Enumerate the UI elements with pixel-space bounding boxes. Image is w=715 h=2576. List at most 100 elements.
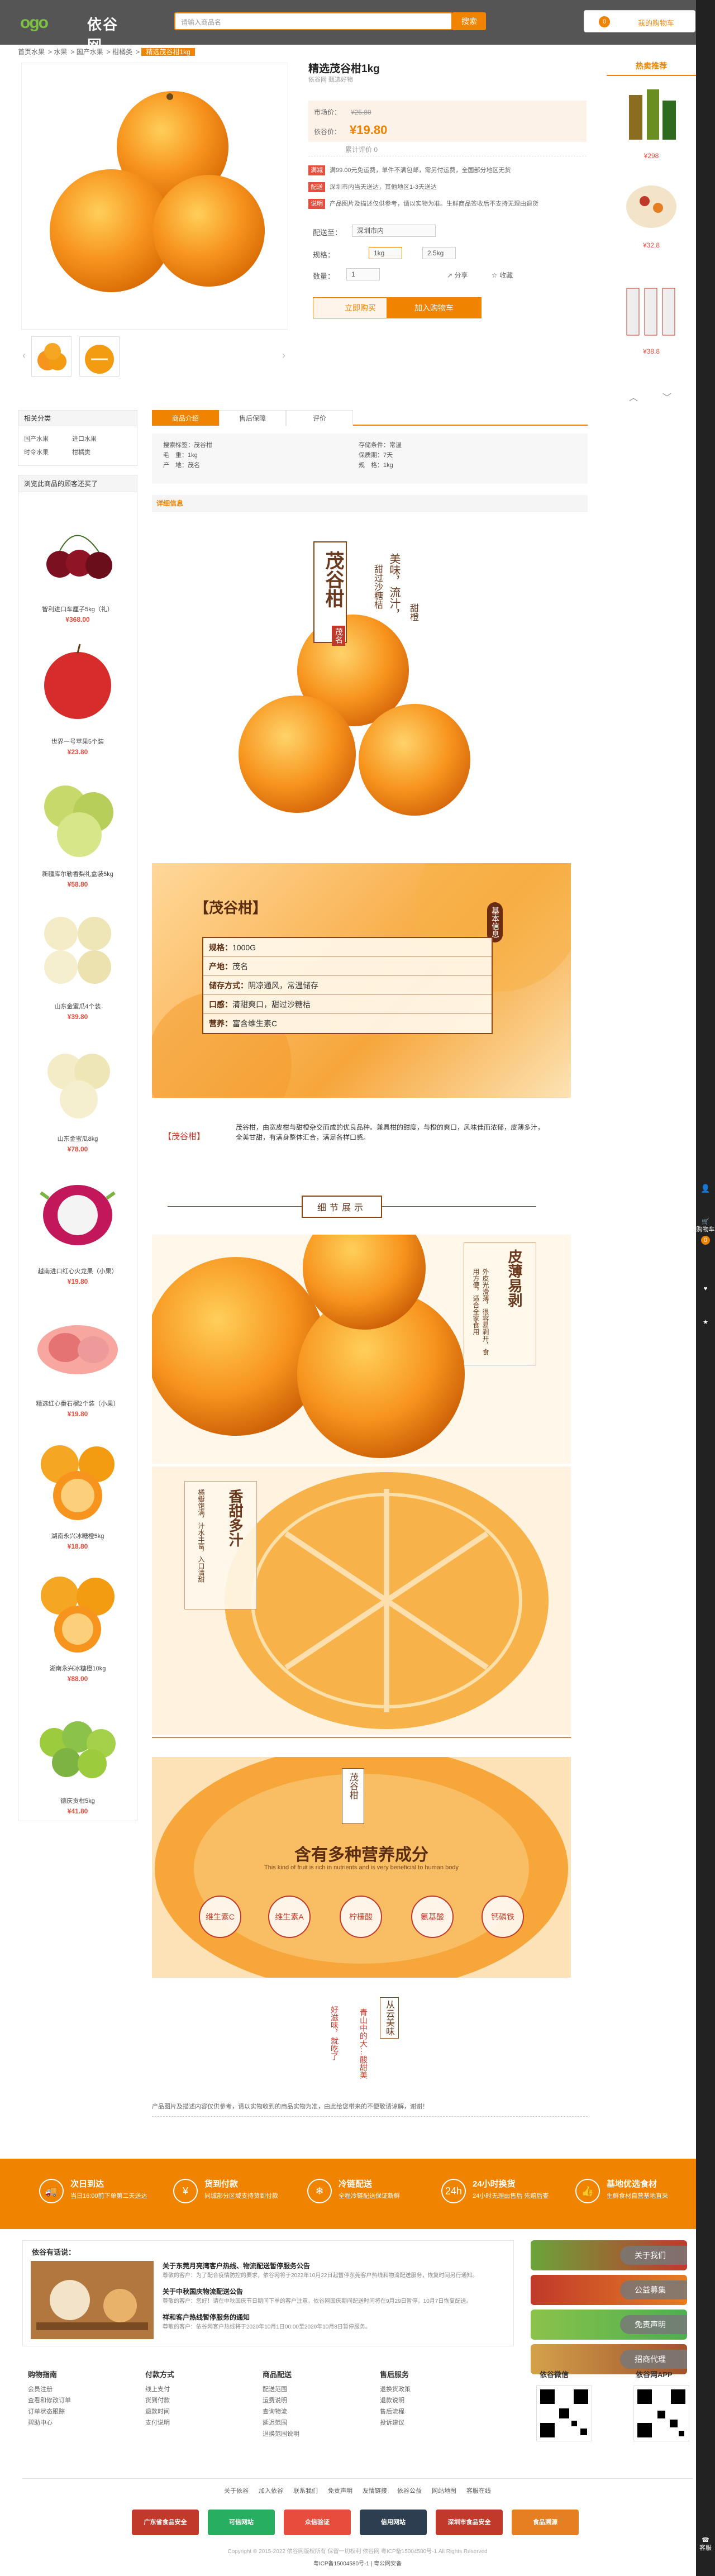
side-link-charity[interactable]: 公益募集	[531, 2275, 687, 2305]
footer-bottom-link[interactable]: 客服在线	[466, 2488, 491, 2494]
cart-button[interactable]: 0 我的购物车	[584, 10, 695, 32]
breadcrumb-item[interactable]: 柑橘类	[112, 48, 132, 56]
also-bought-item[interactable]: 山东金蜜瓜4个装 ¥39.80	[26, 894, 129, 1021]
breadcrumb-item[interactable]: 首页水果	[18, 48, 45, 56]
service-title: 货到付款	[204, 2179, 239, 2189]
trust-badge[interactable]: 深圳市食品安全	[436, 2510, 503, 2535]
service-title: 基地优选食材	[607, 2179, 657, 2189]
also-bought-item[interactable]: 世界一号苹果5个装 ¥23.80	[26, 630, 129, 756]
trust-badge[interactable]: 可信网站	[208, 2510, 275, 2535]
tab-reviews[interactable]: 评价	[286, 410, 353, 426]
hot-next-icon[interactable]: ﹀	[662, 390, 671, 403]
share-button[interactable]: ↗ 分享	[447, 270, 468, 280]
spec-option[interactable]: 1kg	[369, 247, 402, 259]
also-bought-item[interactable]: 山东金蜜瓜8kg ¥78.00	[26, 1027, 129, 1153]
also-bought-image	[26, 630, 129, 736]
also-bought-item[interactable]: 新疆库尔勒香梨礼盒装5kg ¥58.80	[26, 762, 129, 888]
hot-prev-icon[interactable]: ︿	[629, 390, 638, 403]
footer-link[interactable]: 查看和修改订单	[28, 2395, 128, 2406]
footer-link[interactable]: 支付说明	[145, 2417, 246, 2429]
rail-service[interactable]: ☎ 客服	[696, 2536, 715, 2552]
footer-link[interactable]: 退款时间	[145, 2406, 246, 2417]
footer-link[interactable]: 查询物流	[263, 2406, 363, 2417]
side-link-about[interactable]: 关于我们	[531, 2240, 687, 2270]
hot-item[interactable]: ¥38.8	[618, 279, 685, 355]
share-icon: ↗	[447, 272, 455, 279]
footer-link[interactable]: 会员注册	[28, 2384, 128, 2395]
footer-bottom-link[interactable]: 加入依谷	[259, 2488, 283, 2494]
quantity-stepper[interactable]: 1	[346, 268, 380, 280]
hot-item[interactable]: ¥298	[618, 84, 685, 160]
product-thumbnail[interactable]	[31, 336, 72, 377]
thumb-prev-icon[interactable]: ‹	[22, 350, 26, 361]
footer-link[interactable]: 帮助中心	[28, 2417, 128, 2429]
footer-link[interactable]: 投诉建议	[380, 2417, 480, 2429]
spec-option[interactable]: 2.5kg	[422, 247, 456, 259]
footer-link[interactable]: 延迟范围	[263, 2417, 363, 2429]
footer-link[interactable]: 配送范围	[263, 2384, 363, 2395]
footer-link[interactable]: 货到付款	[145, 2395, 246, 2406]
footer-link[interactable]: 订单状态跟踪	[28, 2406, 128, 2417]
rail-cart[interactable]: 🛒 购物车 0	[696, 1218, 715, 1245]
breadcrumb-item[interactable]: 国产水果	[77, 48, 103, 56]
info-value: 1000G	[232, 943, 256, 952]
trust-badge-label: 信用网站	[381, 2519, 406, 2526]
delivery-select[interactable]: 深圳市内	[352, 225, 436, 237]
cart-label: 我的购物车	[638, 19, 675, 27]
thumb-next-icon[interactable]: ›	[282, 350, 285, 361]
comment-count[interactable]: 累计评价 0	[308, 143, 587, 156]
related-item[interactable]: 进口水果	[72, 434, 97, 443]
also-bought-image	[26, 894, 129, 1001]
footer-bottom-link[interactable]: 友情链接	[363, 2488, 387, 2494]
footer-link[interactable]: 线上支付	[145, 2384, 246, 2395]
side-link-disclaimer[interactable]: 免责声明	[531, 2310, 687, 2340]
hot-item[interactable]: ¥32.8	[618, 173, 685, 249]
news-item-title: 祥和客户热线暂停服务的通知	[163, 2313, 250, 2321]
rail-star[interactable]: ★	[696, 1318, 715, 1326]
tab-aftersale[interactable]: 售后保障	[219, 410, 286, 426]
footer-bottom-link[interactable]: 关于依谷	[224, 2488, 249, 2494]
logo-mark: ogo	[20, 13, 49, 32]
footer-link[interactable]: 售后流程	[380, 2406, 480, 2417]
tab-intro[interactable]: 商品介绍	[152, 410, 219, 426]
footer-bottom-link[interactable]: 免责声明	[328, 2488, 352, 2494]
footer-link[interactable]: 退换货政策	[380, 2384, 480, 2395]
footer-link[interactable]: 运费说明	[263, 2395, 363, 2406]
breadcrumb-item[interactable]: 水果	[54, 48, 67, 56]
trust-badge[interactable]: 众信验证	[284, 2510, 351, 2535]
product-thumbnail[interactable]	[79, 336, 120, 377]
attr-value: 茂谷柑	[194, 442, 212, 449]
news-item[interactable]: 关于东莞月亮湾客户热线、物流配送暂停服务公告 尊敬的客户：为了配合疫情防控的要求，…	[163, 2261, 503, 2280]
search-input[interactable]: 请输入商品名	[174, 12, 452, 30]
related-item[interactable]: 时令水果	[24, 447, 49, 456]
news-item[interactable]: 关于中秋国庆物流配送公告 尊敬的客户：您好！请在中秋国庆节日期间下单的客户注意，依…	[163, 2287, 503, 2306]
promo-row: 配送 深圳市内当天送达，其他地区1-3天送达	[308, 182, 437, 192]
info-key: 营养：	[209, 1019, 232, 1028]
trust-badge[interactable]: 广东省食品安全	[132, 2510, 199, 2535]
search-button[interactable]: 搜索	[452, 12, 486, 30]
add-to-cart-button[interactable]: 加入购物车	[387, 297, 482, 318]
also-bought-item[interactable]: 精选红心番石榴2个装（小果） ¥19.80	[26, 1292, 129, 1418]
orig-price-label: 市场价：	[314, 108, 341, 116]
related-item[interactable]: 柑橘类	[72, 447, 90, 456]
also-bought-item[interactable]: 德庆贡柑5kg ¥41.80	[26, 1689, 129, 1815]
also-bought-item[interactable]: 越南进口红心火龙果（小果） ¥19.80	[26, 1159, 129, 1285]
related-item[interactable]: 国产水果	[24, 434, 49, 443]
also-bought-item[interactable]: 湖南永兴冰糖橙10kg ¥88.00	[26, 1556, 129, 1683]
also-bought-item[interactable]: 湖南永兴冰糖橙5kg ¥18.80	[26, 1424, 129, 1550]
promo-tag: 配送	[308, 182, 325, 192]
rail-user-icon[interactable]: 👤	[696, 1184, 715, 1192]
favorite-button[interactable]: ☆ 收藏	[492, 270, 513, 280]
footer-link[interactable]: 退换范围说明	[263, 2429, 363, 2440]
footer-link[interactable]: 退款说明	[380, 2395, 480, 2406]
footer-bottom-link[interactable]: 联系我们	[293, 2488, 318, 2494]
news-item[interactable]: 祥和客户热线暂停服务的通知 尊敬的客户：依谷网客户热线将于2020年10月1日00…	[163, 2312, 503, 2331]
footer-bottom-link[interactable]: 依谷公益	[397, 2488, 422, 2494]
trust-badge[interactable]: 信用网站	[360, 2510, 427, 2535]
info-key: 产地：	[209, 962, 232, 971]
also-bought-item[interactable]: 智利进口车厘子5kg（礼） ¥368.00	[26, 497, 129, 623]
site-logo[interactable]: ogo 依谷网	[20, 10, 132, 54]
trust-badge[interactable]: 食品溯源	[512, 2510, 579, 2535]
footer-bottom-link[interactable]: 网站地图	[432, 2488, 456, 2494]
rail-favorites[interactable]: ♥	[696, 1285, 715, 1293]
